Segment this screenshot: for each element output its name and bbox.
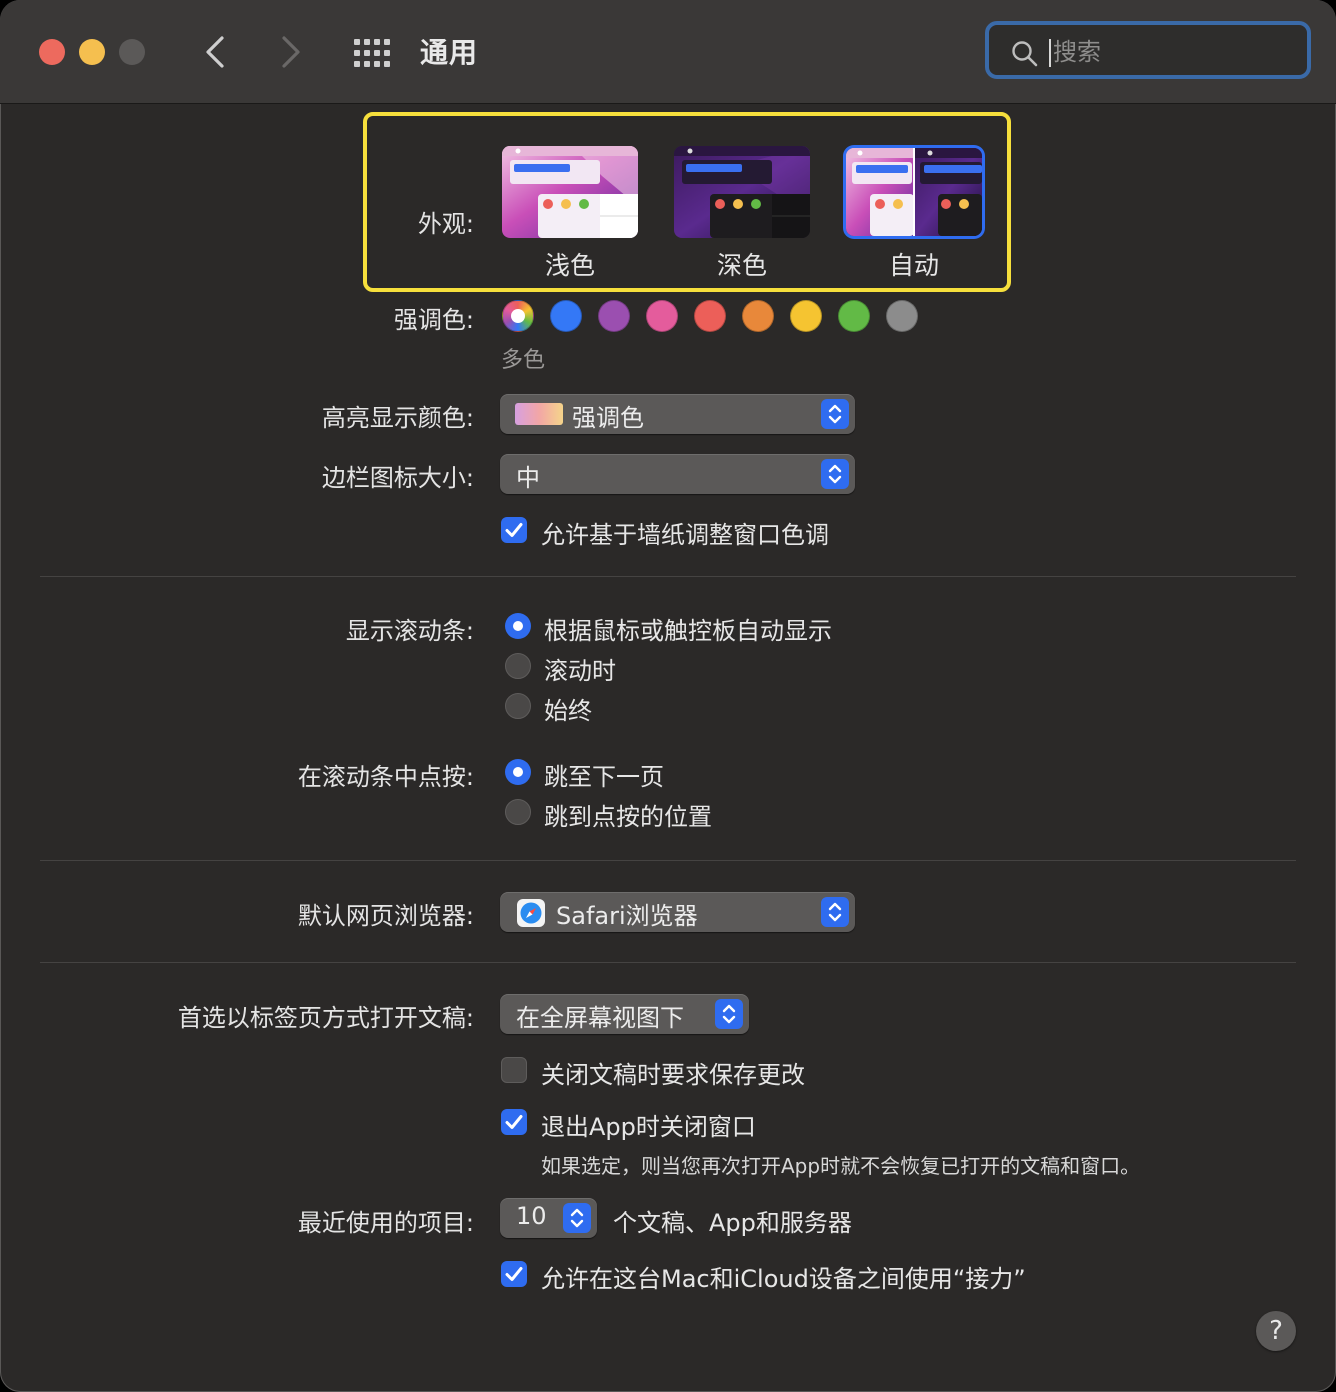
checkmark-icon	[505, 523, 523, 537]
highlight-color-label: 高亮显示颜色:	[321, 404, 474, 432]
appearance-dark-label: 深色	[716, 251, 767, 280]
chevron-up-down-icon	[828, 404, 842, 424]
selected-dot	[511, 309, 525, 323]
separator	[40, 860, 1296, 861]
accent-orange-swatch[interactable]	[742, 300, 774, 332]
recent-items-suffix: 个文稿、App和服务器	[613, 1209, 852, 1237]
dark-appearance-thumbnail	[674, 146, 810, 238]
help-button[interactable]: ?	[1256, 1311, 1296, 1351]
show-all-button[interactable]	[350, 33, 394, 73]
popup-stepper	[563, 1203, 591, 1233]
wallpaper-tint-checkbox[interactable]	[501, 517, 527, 543]
appearance-label: 外观:	[417, 210, 474, 238]
scroll-click-label: 在滚动条中点按:	[297, 763, 474, 791]
popup-stepper	[821, 897, 849, 927]
accent-selected-name: 多色	[501, 348, 546, 373]
recent-items-popup[interactable]: 10	[500, 1198, 597, 1238]
close-window-button[interactable]	[39, 39, 65, 65]
accent-pink-swatch[interactable]	[646, 300, 678, 332]
close-windows-checkbox[interactable]	[501, 1109, 527, 1135]
checkmark-icon	[505, 1267, 523, 1281]
show-scrollbars-label: 显示滚动条:	[345, 617, 474, 645]
appearance-light-label: 浅色	[544, 251, 595, 280]
popup-stepper	[715, 999, 743, 1029]
sidebar-icon-size-label: 边栏图标大小:	[321, 464, 474, 492]
accent-purple-swatch[interactable]	[598, 300, 630, 332]
scrollbars-when-scrolling-radio[interactable]	[505, 653, 531, 679]
chevron-up-down-icon	[828, 902, 842, 922]
scrollbars-auto-label: 根据鼠标或触控板自动显示	[544, 617, 832, 645]
system-preferences-window: 通用 外观:	[0, 0, 1336, 1392]
scrollbars-auto-radio[interactable]	[505, 613, 531, 639]
appearance-dark-option[interactable]	[674, 146, 810, 238]
accent-red-swatch[interactable]	[694, 300, 726, 332]
accent-yellow-swatch[interactable]	[790, 300, 822, 332]
text-caret	[1049, 39, 1051, 67]
toolbar: 通用	[0, 0, 1336, 104]
checkmark-icon	[505, 1115, 523, 1129]
close-windows-label: 退出App时关闭窗口	[541, 1113, 756, 1141]
scrollbars-always-label: 始终	[544, 697, 592, 725]
handoff-label: 允许在这台Mac和iCloud设备之间使用“接力”	[541, 1265, 1026, 1293]
appearance-light-option[interactable]	[502, 146, 638, 238]
default-browser-label: 默认网页浏览器:	[297, 902, 474, 930]
minimize-window-button[interactable]	[79, 39, 105, 65]
accent-green-swatch[interactable]	[838, 300, 870, 332]
close-windows-note: 如果选定，则当您再次打开App时就不会恢复已打开的文稿和窗口。	[541, 1154, 1141, 1178]
prefer-tabs-popup[interactable]: 在全屏幕视图下	[500, 994, 749, 1034]
chevron-right-icon	[282, 36, 300, 68]
search-input[interactable]	[1053, 34, 1293, 70]
accent-color-label: 强调色:	[393, 306, 474, 334]
back-button[interactable]	[196, 30, 236, 74]
separator	[40, 576, 1296, 577]
accent-multicolor-swatch[interactable]	[502, 300, 534, 332]
scroll-click-spot-label: 跳到点按的位置	[544, 803, 712, 831]
search-icon	[1012, 41, 1038, 67]
highlight-color-value: 强调色	[572, 404, 644, 432]
sidebar-icon-size-value: 中	[516, 464, 540, 492]
highlight-color-popup[interactable]: 强调色	[500, 394, 855, 434]
appearance-auto-option[interactable]	[846, 148, 982, 236]
recent-items-value: 10	[516, 1202, 547, 1230]
scrollbars-always-radio[interactable]	[505, 693, 531, 719]
highlight-color-preview	[515, 403, 563, 425]
chevron-up-down-icon	[722, 1004, 736, 1024]
popup-stepper	[821, 459, 849, 489]
scroll-click-next-page-radio[interactable]	[505, 759, 531, 785]
prefer-tabs-value: 在全屏幕视图下	[516, 1004, 684, 1032]
forward-button[interactable]	[270, 30, 310, 74]
separator	[40, 962, 1296, 963]
scroll-click-next-page-label: 跳至下一页	[544, 763, 664, 791]
prefer-tabs-label: 首选以标签页方式打开文稿:	[177, 1004, 474, 1032]
scroll-click-spot-radio[interactable]	[505, 799, 531, 825]
popup-stepper	[821, 399, 849, 429]
chevron-left-icon	[206, 36, 224, 68]
scrollbars-when-scrolling-label: 滚动时	[544, 657, 616, 685]
wallpaper-tint-label: 允许基于墙纸调整窗口色调	[541, 521, 829, 549]
chevron-up-down-icon	[570, 1208, 584, 1228]
default-browser-value: Safari浏览器	[556, 902, 698, 930]
window-title: 通用	[420, 36, 479, 69]
recent-items-label: 最近使用的项目:	[297, 1209, 474, 1237]
search-field[interactable]	[985, 21, 1311, 79]
accent-graphite-swatch[interactable]	[886, 300, 918, 332]
auto-appearance-thumbnail	[846, 148, 982, 236]
chevron-up-down-icon	[828, 464, 842, 484]
accent-blue-swatch[interactable]	[550, 300, 582, 332]
default-browser-popup[interactable]: Safari浏览器	[500, 892, 855, 932]
handoff-checkbox[interactable]	[501, 1261, 527, 1287]
light-appearance-thumbnail	[502, 146, 638, 238]
grid-icon	[354, 39, 390, 67]
ask-save-checkbox[interactable]	[501, 1057, 527, 1083]
zoom-window-button[interactable]	[119, 39, 145, 65]
sidebar-icon-size-popup[interactable]: 中	[500, 454, 855, 494]
appearance-auto-label: 自动	[888, 251, 939, 280]
ask-save-label: 关闭文稿时要求保存更改	[541, 1061, 805, 1089]
safari-icon	[517, 899, 545, 927]
